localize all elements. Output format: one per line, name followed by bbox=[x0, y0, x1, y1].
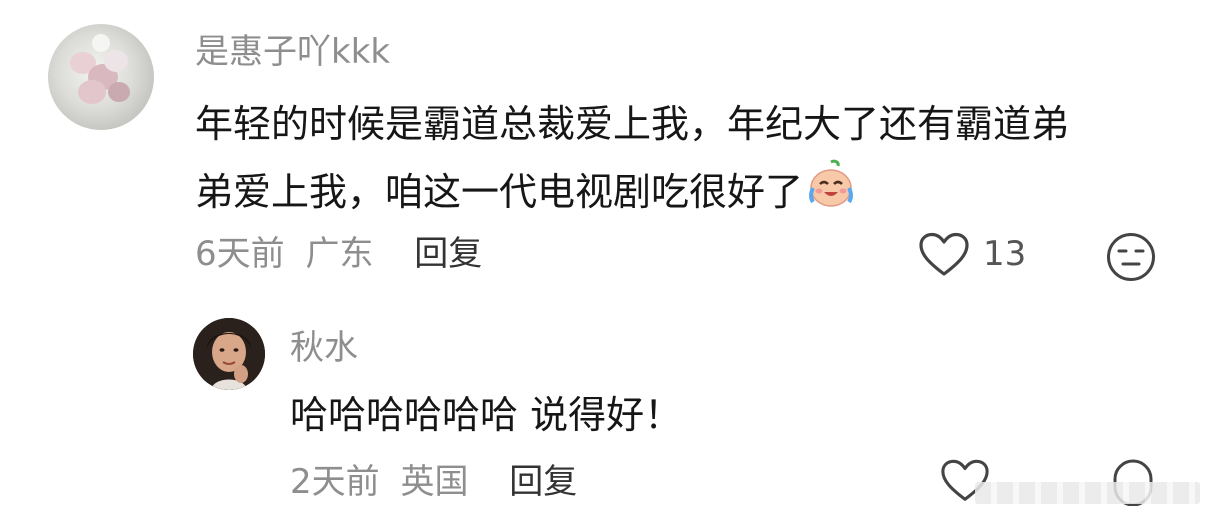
like-count: 13 bbox=[983, 234, 1027, 274]
watermark-strip bbox=[975, 482, 1200, 504]
reply-avatar[interactable] bbox=[193, 318, 265, 390]
laughing-crying-face-icon bbox=[805, 158, 857, 231]
reply-location: 英国 bbox=[400, 462, 469, 502]
comment-time: 6天前 bbox=[195, 234, 285, 274]
comment-location: 广东 bbox=[305, 234, 374, 274]
comment-text-line-1: 年轻的时候是霸道总裁爱上我，年纪大了还有霸道弟 bbox=[195, 102, 1070, 146]
username[interactable]: 是惠子吖kkk bbox=[195, 30, 390, 74]
reply-time: 2天前 bbox=[290, 462, 380, 502]
avatar[interactable] bbox=[48, 24, 154, 130]
reply-meta: 2天前 英国 回复 bbox=[290, 462, 577, 502]
comment-meta: 6天前 广东 回复 bbox=[195, 234, 482, 274]
reply-reply-button[interactable]: 回复 bbox=[509, 462, 577, 502]
heart-icon[interactable] bbox=[918, 232, 970, 278]
comment-text: 年轻的时候是霸道总裁爱上我，年纪大了还有霸道弟 弟爱上我，咱这一代电视剧吃很好了 bbox=[195, 90, 1185, 231]
dislike-face-icon[interactable] bbox=[1106, 232, 1156, 282]
reply-text: 哈哈哈哈哈哈 说得好！ bbox=[290, 393, 683, 437]
reply-button[interactable]: 回复 bbox=[414, 234, 482, 274]
comment-text-line-2: 弟爱上我，咱这一代电视剧吃很好了 bbox=[195, 170, 804, 214]
reply-username[interactable]: 秋水 bbox=[290, 326, 358, 370]
